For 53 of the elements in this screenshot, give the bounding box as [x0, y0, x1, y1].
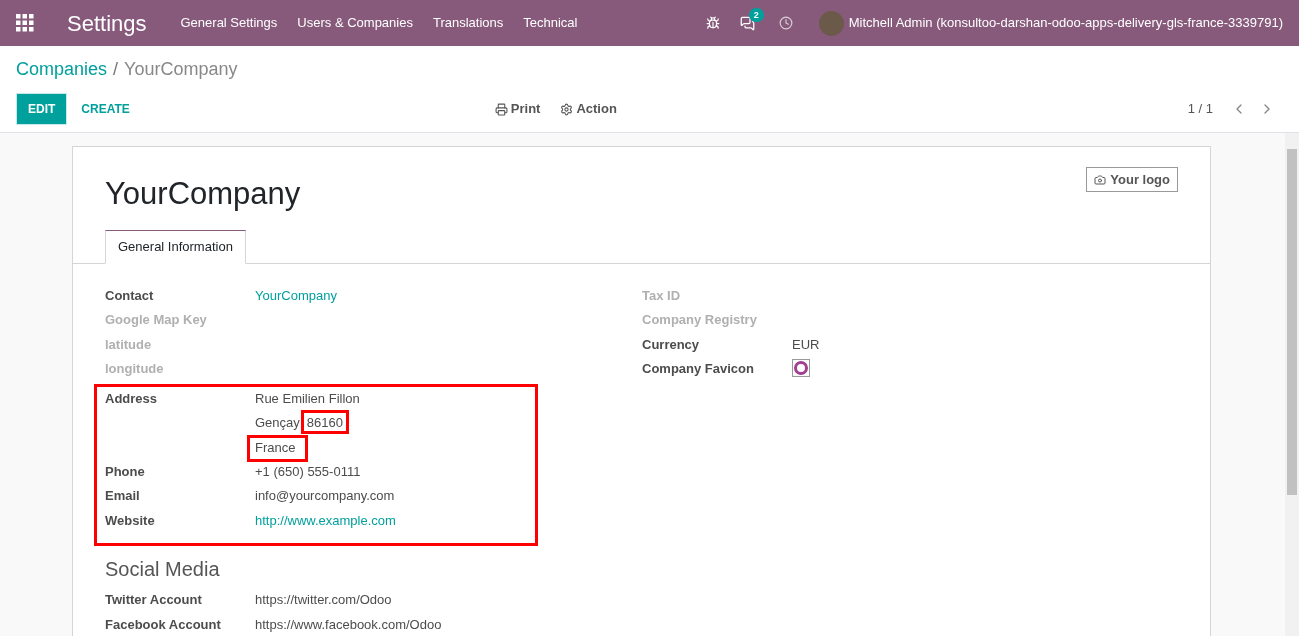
city-value: Gençay [255, 414, 300, 432]
menu-item[interactable]: Technical [513, 13, 588, 33]
tab[interactable]: General Information [105, 229, 246, 264]
street-value: Rue Emilien Fillon [255, 389, 360, 408]
field-label: Google Map Key [105, 311, 208, 329]
field-label: Tax ID [642, 286, 682, 305]
menu-item[interactable]: Translations [422, 13, 514, 33]
messages-icon[interactable] [739, 15, 755, 31]
printer-icon [494, 102, 508, 116]
edit-button[interactable]: EDIT [16, 93, 68, 125]
field-link[interactable]: YourCompany [255, 285, 337, 305]
field-label: longitude [105, 360, 165, 378]
field-label: Facebook Account [105, 615, 222, 634]
field-value: +1 (650) 555-0111 [255, 462, 361, 481]
field-label: Company Registry [642, 311, 758, 329]
user-name[interactable]: Mitchell Admin (konsultoo-darshan-odoo-apps-delivery-gls-france-3339791) [848, 13, 1283, 33]
field-label: Website [105, 511, 156, 530]
field-value: EUR [792, 335, 820, 354]
pager-value: 1 / 1 [1187, 100, 1213, 119]
logo-button[interactable]: Your logo [1086, 167, 1178, 192]
field-label: Contact [105, 286, 155, 305]
apps-menu-icon[interactable] [16, 14, 34, 32]
field-label: Currency [642, 335, 701, 354]
country-value: France [247, 434, 308, 462]
company-title: YourCompany [105, 175, 301, 213]
field-label: Twitter Account [105, 591, 203, 609]
field-label: Email [105, 487, 141, 505]
field-label: Address [105, 389, 159, 408]
field-label: Company Favicon [642, 360, 755, 378]
field-value: https://twitter.com/Odoo [255, 591, 392, 609]
section-title: Social Media [105, 557, 221, 582]
action-button[interactable]: Action [560, 99, 617, 119]
app-title: Settings [67, 9, 147, 38]
breadcrumb-separator: / [113, 57, 119, 81]
favicon-image[interactable] [792, 359, 810, 377]
field-value: https://www.facebook.com/Odoo [255, 615, 442, 634]
field-link[interactable]: http://www.example.com [255, 510, 396, 530]
debug-icon[interactable] [705, 16, 720, 30]
camera-icon [1094, 173, 1107, 186]
menu-item[interactable]: Users & Companies [287, 13, 423, 33]
create-button[interactable]: CREATE [70, 100, 141, 118]
print-button[interactable]: Print [494, 99, 541, 119]
scrollbar[interactable] [1285, 133, 1299, 636]
field-label: Phone [105, 462, 146, 481]
menu-item[interactable]: General Settings [170, 13, 288, 33]
gear-icon [560, 102, 574, 116]
breadcrumb-current: YourCompany [124, 57, 238, 81]
breadcrumb-link[interactable]: Companies [16, 55, 108, 83]
zip-value: 86160 [300, 410, 349, 434]
messages-badge: 2 [748, 7, 764, 22]
clock-icon[interactable] [778, 16, 793, 30]
field-label: latitude [105, 335, 153, 354]
field-value: info@yourcompany.com [255, 487, 395, 505]
